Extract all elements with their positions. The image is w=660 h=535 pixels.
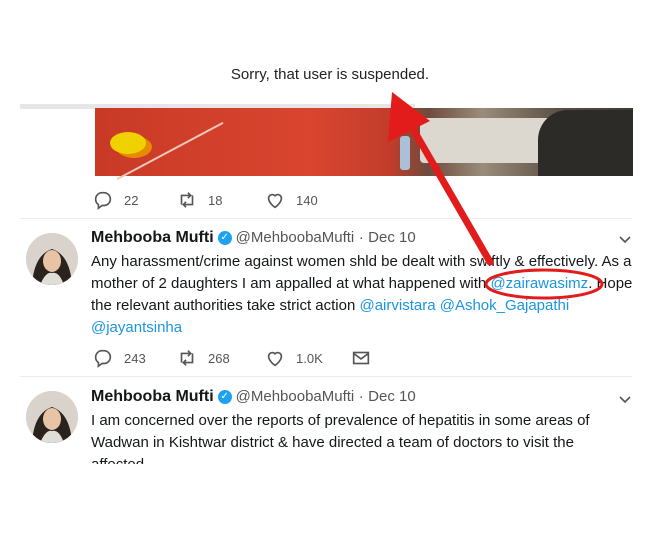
annotation-circle: [484, 268, 604, 300]
annotation-arrow-head: [388, 92, 430, 142]
annotation-overlay: [388, 92, 604, 300]
annotation-arrow-shaft: [398, 106, 494, 266]
